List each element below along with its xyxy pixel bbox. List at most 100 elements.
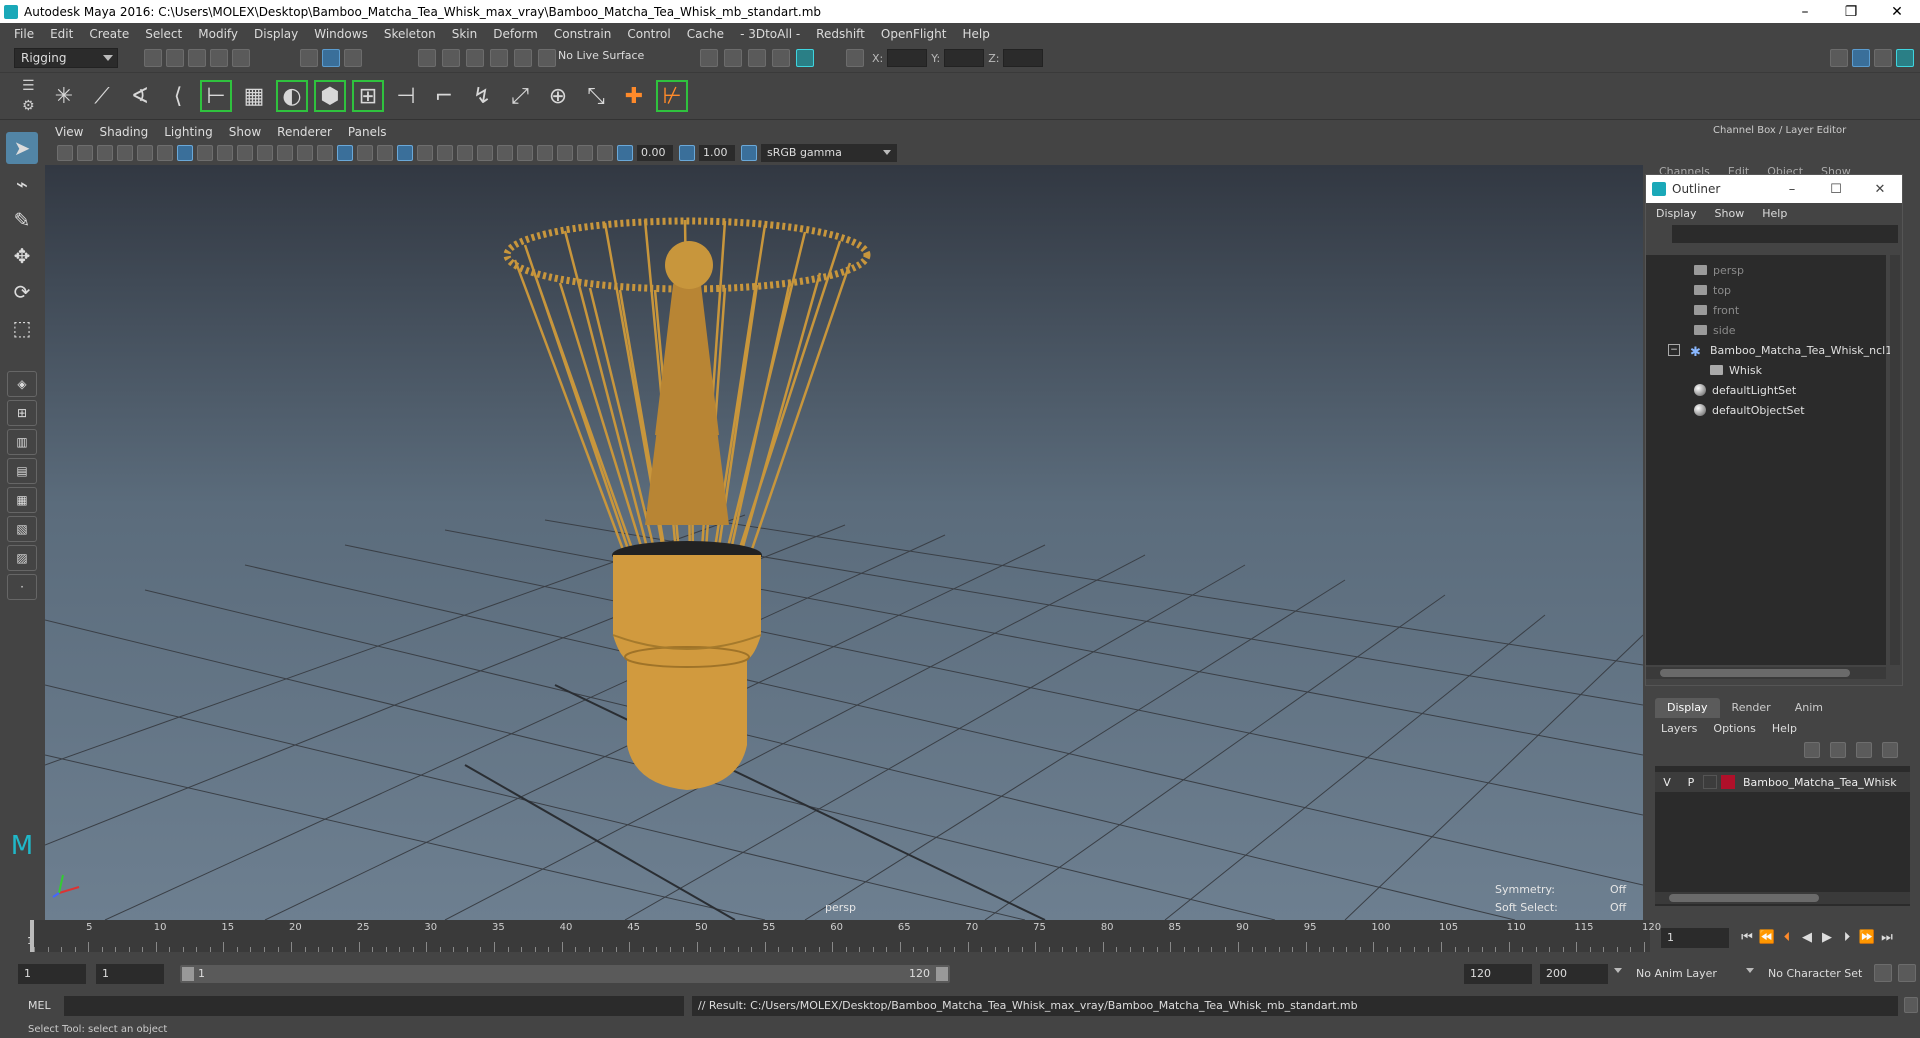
animation-preferences-icon[interactable] (1898, 964, 1916, 982)
cluster-icon[interactable]: ⊞ (352, 80, 384, 112)
step-forward-key-icon[interactable]: ⏩ (1858, 928, 1876, 946)
mirror-joint-icon[interactable]: ⟨ (162, 80, 194, 112)
transform-input-icon[interactable] (846, 49, 864, 67)
camera-select-icon[interactable] (57, 145, 73, 161)
render-frame-icon[interactable] (700, 49, 718, 67)
current-frame-field[interactable]: 1 (1661, 928, 1729, 948)
select-component-icon[interactable] (344, 49, 362, 67)
bind-skin-icon[interactable]: ▦ (238, 80, 270, 112)
range-start-handle[interactable] (182, 967, 194, 981)
menu-set-dropdown[interactable]: Rigging (14, 48, 118, 68)
create-empty-layer-icon[interactable] (1856, 742, 1872, 758)
outliner-menu-help[interactable]: Help (1762, 207, 1787, 220)
menu-control[interactable]: Control (627, 27, 670, 41)
scale-tool-icon[interactable]: ⬚ (6, 312, 38, 344)
xray-active-components-icon[interactable] (577, 145, 593, 161)
menu-modify[interactable]: Modify (198, 27, 238, 41)
outliner-menu-show[interactable]: Show (1715, 207, 1745, 220)
menu-deform[interactable]: Deform (493, 27, 538, 41)
smooth-shade-icon[interactable] (337, 145, 353, 161)
scale-constraint-icon[interactable]: ⤢ (504, 80, 536, 112)
create-layer-from-selected-icon[interactable] (1882, 742, 1898, 758)
joint-tool-icon[interactable]: ✳ (48, 80, 80, 112)
layer-row[interactable]: V P Bamboo_Matcha_Tea_Whisk (1655, 772, 1910, 792)
menu-display[interactable]: Display (254, 27, 298, 41)
x-field[interactable] (887, 49, 928, 67)
shadows-icon[interactable] (437, 145, 453, 161)
render-settings-icon[interactable] (748, 49, 766, 67)
single-view-layout-icon[interactable]: ◈ (7, 371, 37, 397)
outliner-menu-display[interactable]: Display (1656, 207, 1697, 220)
select-tool-icon[interactable]: ➤ (6, 132, 38, 164)
exposure-field[interactable]: 0.00 (637, 145, 673, 161)
outliner-minimize-button[interactable]: – (1770, 175, 1814, 203)
paint-select-icon[interactable]: ✎ (6, 204, 38, 236)
move-layer-up-icon[interactable] (1804, 742, 1820, 758)
step-back-frame-icon[interactable]: ⏴ (1778, 928, 1796, 946)
menu-cache[interactable]: Cache (687, 27, 724, 41)
step-back-key-icon[interactable]: ⏪ (1758, 928, 1776, 946)
motion-blur-icon[interactable] (477, 145, 493, 161)
menu-3dtoall[interactable]: - 3DtoAll - (740, 27, 800, 41)
select-hierarchy-icon[interactable] (300, 49, 318, 67)
anim-layer-dropdown[interactable]: No Anim Layer (1630, 964, 1742, 984)
minimize-button[interactable]: – (1782, 0, 1828, 23)
ik-handle-icon[interactable]: ⟋ (86, 80, 118, 112)
parent-constraint-icon[interactable]: ⊣ (390, 80, 422, 112)
play-forward-icon[interactable]: ▶ (1818, 928, 1836, 946)
command-input[interactable] (64, 996, 684, 1016)
layer-horizontal-scrollbar[interactable] (1655, 892, 1910, 904)
tab-anim[interactable]: Anim (1783, 698, 1835, 718)
layer-color-swatch[interactable] (1721, 775, 1735, 789)
safe-action-icon[interactable] (277, 145, 293, 161)
menu-edit[interactable]: Edit (50, 27, 73, 41)
list-item[interactable]: side (1694, 321, 1736, 339)
layer-playback-toggle[interactable]: P (1679, 776, 1703, 789)
snap-live-icon[interactable] (538, 49, 556, 67)
playback-start-field[interactable]: 1 (96, 964, 164, 984)
use-all-lights-icon[interactable] (417, 145, 433, 161)
orient-constraint-icon[interactable]: ↯ (466, 80, 498, 112)
range-slider[interactable]: 1 120 (180, 965, 950, 983)
close-button[interactable]: ✕ (1874, 0, 1920, 23)
range-end-handle[interactable] (936, 967, 948, 981)
layer-visibility-toggle[interactable]: V (1655, 776, 1679, 789)
scrollbar-thumb[interactable] (1669, 894, 1819, 902)
bookmark-icon[interactable] (97, 145, 113, 161)
custom-layout-icon[interactable]: ▨ (7, 545, 37, 571)
scrollbar-thumb[interactable] (1660, 669, 1850, 677)
toolbox-more-icon[interactable]: · (7, 574, 37, 600)
menu-create[interactable]: Create (89, 27, 129, 41)
panel-menu-panels[interactable]: Panels (348, 125, 387, 139)
view-transform-dropdown[interactable]: sRGB gamma (761, 144, 897, 162)
save-scene-icon[interactable] (188, 49, 206, 67)
shelf-menu-icon[interactable]: ☰ (22, 78, 35, 94)
snap-surface-icon[interactable] (514, 49, 532, 67)
ipr-render-icon[interactable] (724, 49, 742, 67)
menu-select[interactable]: Select (145, 27, 182, 41)
script-editor-icon[interactable] (1904, 997, 1918, 1013)
step-forward-frame-icon[interactable]: ⏵ (1838, 928, 1856, 946)
list-item[interactable]: defaultLightSet (1694, 381, 1796, 399)
depth-of-field-icon[interactable] (517, 145, 533, 161)
2d-pan-zoom-icon[interactable] (137, 145, 153, 161)
3d-viewport[interactable]: persp Symmetry: Off Soft Select: Off (45, 165, 1643, 920)
live-surface-field[interactable]: No Live Surface (558, 49, 644, 62)
chevron-down-icon[interactable] (1614, 968, 1622, 973)
new-scene-icon[interactable] (144, 49, 162, 67)
menu-windows[interactable]: Windows (314, 27, 368, 41)
restore-button[interactable]: ❐ (1828, 0, 1874, 23)
panel-menu-view[interactable]: View (55, 125, 83, 139)
y-field[interactable] (944, 49, 985, 67)
safe-title-icon[interactable] (297, 145, 313, 161)
move-layer-down-icon[interactable] (1830, 742, 1846, 758)
paint-weights-icon[interactable]: ◐ (276, 80, 308, 112)
play-backward-icon[interactable]: ◀ (1798, 928, 1816, 946)
panel-menu-show[interactable]: Show (229, 125, 261, 139)
grease-pencil-icon[interactable] (157, 145, 173, 161)
gamma-field[interactable]: 1.00 (699, 145, 735, 161)
redo-icon[interactable] (232, 49, 250, 67)
snap-grid-icon[interactable] (418, 49, 436, 67)
hypershade-layout-icon[interactable]: ▧ (7, 516, 37, 542)
layer-menu-help[interactable]: Help (1772, 722, 1797, 735)
